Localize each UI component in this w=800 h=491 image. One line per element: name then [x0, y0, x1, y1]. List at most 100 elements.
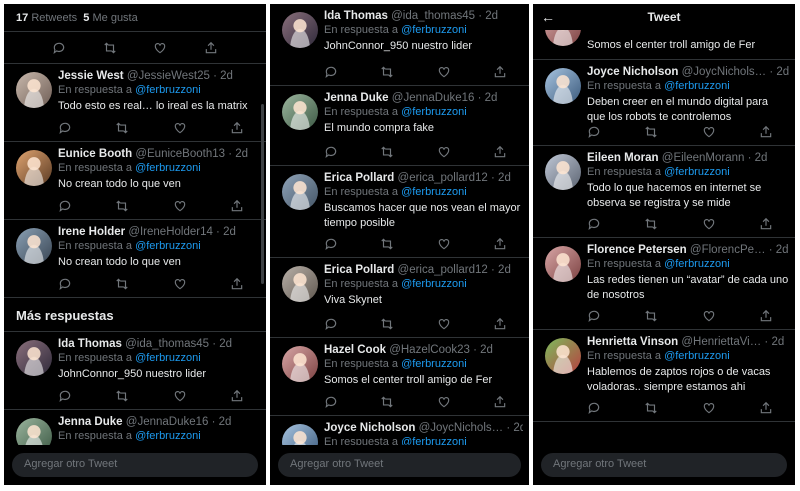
reply-icon[interactable] [58, 389, 72, 403]
retweet-icon[interactable] [644, 309, 658, 323]
reply-tweet[interactable]: Jenna Duke @JennaDuke16 · 2d En respuest… [270, 86, 529, 166]
avatar[interactable] [16, 228, 52, 264]
mention-link[interactable]: @ferbruzzoni [664, 80, 730, 92]
mention-link[interactable]: @ferbruzzoni [401, 436, 467, 445]
scrollbar[interactable] [261, 104, 264, 284]
avatar[interactable] [16, 340, 52, 376]
share-icon[interactable] [493, 65, 507, 79]
reply-composer-input[interactable]: Agregar otro Tweet [278, 453, 521, 477]
reply-tweet[interactable]: Erica Pollard @erica_pollard12 · 2d En r… [270, 166, 529, 258]
like-icon[interactable] [437, 395, 451, 409]
avatar[interactable] [282, 424, 318, 445]
like-icon[interactable] [702, 309, 716, 323]
share-icon[interactable] [493, 317, 507, 331]
avatar[interactable] [545, 68, 581, 104]
share-icon[interactable] [204, 41, 218, 55]
mention-link[interactable]: @ferbruzzoni [664, 166, 730, 178]
reply-tweet[interactable]: Florence Petersen @FlorencPe… · 2d En re… [533, 238, 795, 330]
reply-icon[interactable] [58, 199, 72, 213]
likes-count[interactable]: 5 [83, 12, 89, 24]
author-name[interactable]: Eileen Moran [587, 152, 659, 164]
retweet-icon[interactable] [115, 199, 129, 213]
retweet-icon[interactable] [115, 389, 129, 403]
reply-icon[interactable] [324, 145, 338, 159]
reply-tweet[interactable]: Jessie West @JessieWest25 · 2d En respue… [4, 64, 266, 142]
author-name[interactable]: Irene Holder [58, 226, 125, 238]
avatar[interactable] [282, 12, 318, 48]
author-name[interactable]: Erica Pollard [324, 264, 394, 276]
reply-icon[interactable] [324, 395, 338, 409]
reply-tweet[interactable]: Jenna Duke @JennaDuke16 · 2d En respuest… [4, 410, 266, 445]
share-icon[interactable] [493, 395, 507, 409]
like-icon[interactable] [153, 41, 167, 55]
share-icon[interactable] [759, 401, 773, 415]
mention-link[interactable]: @ferbruzzoni [401, 24, 467, 36]
reply-tweet[interactable]: Joyce Nicholson @JoycNichols… · 2d En re… [533, 60, 795, 146]
reply-composer-input[interactable]: Agregar otro Tweet [541, 453, 787, 477]
reply-tweet-partial[interactable]: Somos el center troll amigo de Fer [533, 30, 795, 60]
share-icon[interactable] [230, 277, 244, 291]
avatar[interactable] [282, 346, 318, 382]
mention-link[interactable]: @ferbruzzoni [135, 430, 201, 442]
retweet-icon[interactable] [115, 121, 129, 135]
share-icon[interactable] [230, 389, 244, 403]
author-name[interactable]: Joyce Nicholson [324, 422, 415, 434]
avatar[interactable] [16, 72, 52, 108]
mention-link[interactable]: @ferbruzzoni [401, 278, 467, 290]
mention-link[interactable]: @ferbruzzoni [401, 106, 467, 118]
avatar[interactable] [545, 246, 581, 282]
avatar[interactable] [545, 338, 581, 374]
author-name[interactable]: Hazel Cook [324, 344, 386, 356]
author-name[interactable]: Erica Pollard [324, 172, 394, 184]
retweet-icon[interactable] [103, 41, 117, 55]
retweet-icon[interactable] [644, 217, 658, 231]
reply-icon[interactable] [324, 237, 338, 251]
retweet-icon[interactable] [380, 395, 394, 409]
reply-icon[interactable] [587, 309, 601, 323]
reply-tweet[interactable]: Henrietta Vinson @HenriettaVi… · 2d En r… [533, 330, 795, 422]
share-icon[interactable] [230, 199, 244, 213]
like-icon[interactable] [702, 217, 716, 231]
reply-icon[interactable] [587, 217, 601, 231]
reply-tweet[interactable]: Irene Holder @IreneHolder14 · 2d En resp… [4, 220, 266, 298]
mention-link[interactable]: @ferbruzzoni [135, 84, 201, 96]
avatar[interactable] [545, 154, 581, 190]
reply-icon[interactable] [58, 121, 72, 135]
reply-icon[interactable] [324, 65, 338, 79]
avatar[interactable] [545, 30, 581, 46]
avatar[interactable] [16, 150, 52, 186]
reply-icon[interactable] [52, 41, 66, 55]
reply-icon[interactable] [58, 277, 72, 291]
reply-icon[interactable] [587, 401, 601, 415]
retweet-icon[interactable] [644, 401, 658, 415]
mention-link[interactable]: @ferbruzzoni [664, 350, 730, 362]
like-icon[interactable] [437, 65, 451, 79]
mention-link[interactable]: @ferbruzzoni [135, 162, 201, 174]
like-icon[interactable] [437, 317, 451, 331]
author-name[interactable]: Jenna Duke [58, 416, 123, 428]
mention-link[interactable]: @ferbruzzoni [401, 358, 467, 370]
reply-icon[interactable] [587, 125, 601, 139]
retweet-icon[interactable] [644, 125, 658, 139]
like-icon[interactable] [702, 125, 716, 139]
reply-tweet[interactable]: Hazel Cook @HazelCook23 · 2d En respuest… [270, 338, 529, 416]
share-icon[interactable] [759, 125, 773, 139]
share-icon[interactable] [230, 121, 244, 135]
author-name[interactable]: Jessie West [58, 70, 124, 82]
mention-link[interactable]: @ferbruzzoni [664, 258, 730, 270]
share-icon[interactable] [759, 309, 773, 323]
like-icon[interactable] [173, 277, 187, 291]
share-icon[interactable] [493, 145, 507, 159]
like-icon[interactable] [702, 401, 716, 415]
author-name[interactable]: Jenna Duke [324, 92, 389, 104]
retweet-icon[interactable] [380, 317, 394, 331]
author-name[interactable]: Eunice Booth [58, 148, 132, 160]
like-icon[interactable] [437, 145, 451, 159]
reply-tweet[interactable]: Ida Thomas @ida_thomas45 · 2d En respues… [270, 4, 529, 86]
retweets-count[interactable]: 17 [16, 12, 28, 24]
share-icon[interactable] [493, 237, 507, 251]
mention-link[interactable]: @ferbruzzoni [135, 240, 201, 252]
mention-link[interactable]: @ferbruzzoni [135, 352, 201, 364]
reply-tweet[interactable]: Eunice Booth @EuniceBooth13 · 2d En resp… [4, 142, 266, 220]
like-icon[interactable] [437, 237, 451, 251]
